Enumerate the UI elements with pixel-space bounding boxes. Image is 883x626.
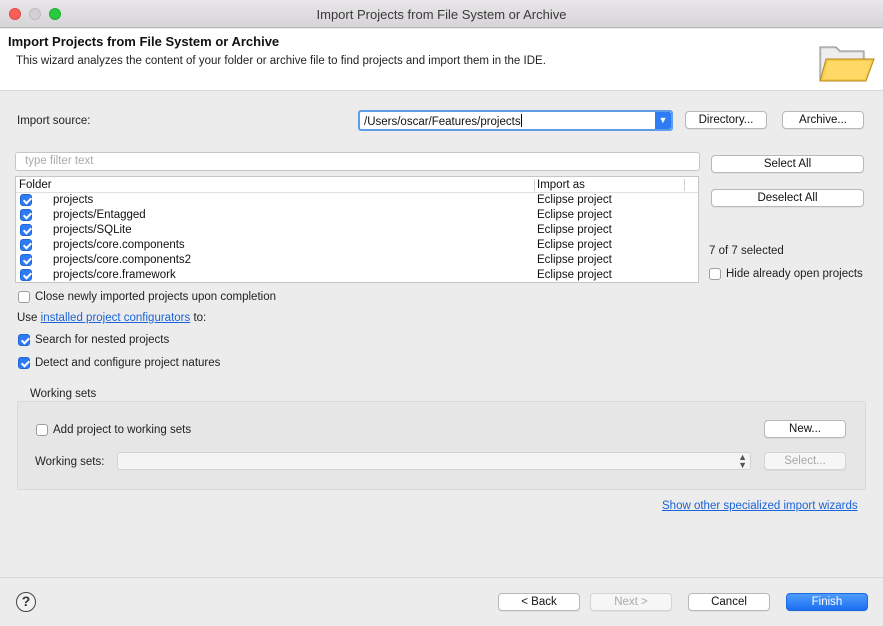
select-working-sets-button[interactable]: Select...: [764, 452, 846, 470]
row-import-as: Eclipse project: [537, 239, 612, 251]
row-import-as: Eclipse project: [537, 224, 612, 236]
import-source-combo[interactable]: /Users/oscar/Features/projects ▼: [358, 110, 673, 131]
table-row[interactable]: projects/SQLite Eclipse project: [16, 223, 698, 238]
row-folder: projects/core.components: [53, 239, 185, 251]
archive-button[interactable]: Archive...: [782, 111, 864, 129]
updown-chevron-icon: ▲ ▼: [738, 452, 747, 470]
row-checkbox[interactable]: [20, 224, 32, 236]
wizard-header: Import Projects from File System or Arch…: [0, 29, 883, 91]
row-checkbox[interactable]: [20, 254, 32, 266]
detect-natures-label: Detect and configure project natures: [35, 357, 221, 369]
search-nested-checkbox[interactable]: [18, 334, 30, 346]
table-row[interactable]: projects/core.components Eclipse project: [16, 238, 698, 253]
row-checkbox[interactable]: [20, 239, 32, 251]
use-suffix: to:: [193, 312, 207, 324]
directory-button[interactable]: Directory...: [685, 111, 767, 129]
working-sets-select[interactable]: ▲ ▼: [117, 452, 751, 470]
window-titlebar: Import Projects from File System or Arch…: [0, 0, 883, 28]
hide-open-label: Hide already open projects: [726, 268, 863, 280]
row-folder: projects/core.components2: [53, 254, 192, 266]
working-sets-label: Working sets:: [35, 456, 105, 468]
row-folder: projects: [53, 194, 94, 206]
table-row[interactable]: projects/Entagged Eclipse project: [16, 208, 698, 223]
table-row[interactable]: projects/core.components2 Eclipse projec…: [16, 253, 698, 268]
filter-input[interactable]: type filter text: [15, 152, 700, 171]
hide-open-checkbox[interactable]: [709, 268, 721, 280]
search-nested-label: Search for nested projects: [35, 334, 170, 346]
help-icon[interactable]: ?: [16, 592, 36, 612]
deselect-all-button[interactable]: Deselect All: [711, 189, 864, 207]
selected-count: 7 of 7 selected: [709, 245, 784, 257]
filter-placeholder: type filter text: [25, 155, 94, 167]
row-import-as: Eclipse project: [537, 254, 612, 266]
wizard-description: This wizard analyzes the content of your…: [16, 55, 546, 67]
column-header-folder[interactable]: Folder: [19, 179, 52, 191]
configurators-line: Use installed project configurators to:: [17, 312, 206, 324]
add-to-working-sets-checkbox[interactable]: [36, 424, 48, 436]
next-button[interactable]: Next >: [590, 593, 672, 611]
add-to-working-sets-label: Add project to working sets: [53, 424, 192, 436]
use-prefix: Use: [17, 312, 38, 324]
row-checkbox[interactable]: [20, 194, 32, 206]
select-all-button[interactable]: Select All: [711, 155, 864, 173]
close-imported-label: Close newly imported projects upon compl…: [35, 291, 276, 303]
projects-table: Folder Import as projects Eclipse projec…: [15, 176, 699, 283]
configurators-link[interactable]: installed project configurators: [41, 312, 191, 324]
import-source-label: Import source:: [17, 115, 91, 127]
row-import-as: Eclipse project: [537, 209, 612, 221]
new-working-set-button[interactable]: New...: [764, 420, 846, 438]
working-sets-group-label: Working sets: [30, 388, 97, 400]
finish-button[interactable]: Finish: [786, 593, 868, 611]
folder-open-icon: [819, 46, 875, 82]
other-import-wizards-link[interactable]: Show other specialized import wizards: [662, 500, 858, 512]
table-row[interactable]: projects Eclipse project: [16, 193, 698, 208]
footer-separator: [0, 577, 883, 578]
detect-natures-checkbox[interactable]: [18, 357, 30, 369]
window-title: Import Projects from File System or Arch…: [316, 7, 567, 22]
import-source-value: /Users/oscar/Features/projects: [364, 114, 522, 128]
table-row[interactable]: projects/core.framework Eclipse project: [16, 268, 698, 282]
row-checkbox[interactable]: [20, 269, 32, 281]
row-import-as: Eclipse project: [537, 194, 612, 206]
cancel-button[interactable]: Cancel: [688, 593, 770, 611]
back-button[interactable]: < Back: [498, 593, 580, 611]
wizard-title: Import Projects from File System or Arch…: [8, 34, 280, 49]
row-import-as: Eclipse project: [537, 269, 612, 281]
row-folder: projects/Entagged: [53, 209, 146, 221]
chevron-down-icon[interactable]: ▼: [655, 112, 671, 129]
close-imported-checkbox[interactable]: [18, 291, 30, 303]
column-header-import-as[interactable]: Import as: [537, 179, 585, 191]
row-folder: projects/SQLite: [53, 224, 132, 236]
row-folder: projects/core.framework: [53, 269, 176, 281]
working-sets-group: [17, 401, 866, 490]
row-checkbox[interactable]: [20, 209, 32, 221]
